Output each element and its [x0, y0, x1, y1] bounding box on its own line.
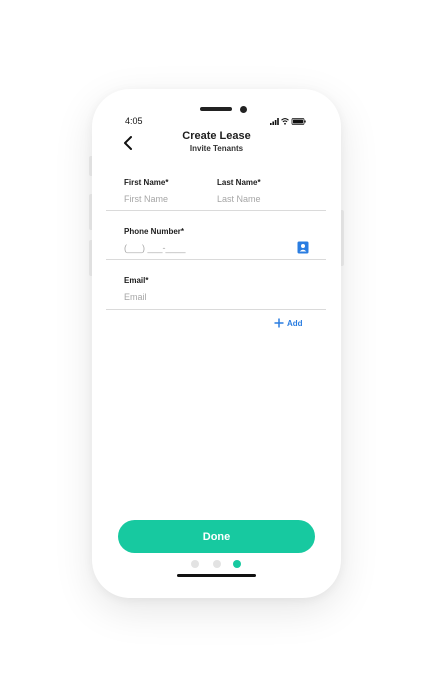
- page-dot-1: [191, 560, 199, 568]
- status-time: 4:05: [125, 116, 143, 126]
- email-divider: [106, 309, 326, 310]
- last-name-field[interactable]: Last Name: [217, 194, 261, 204]
- phone-divider: [106, 259, 326, 260]
- battery-icon: [291, 118, 306, 125]
- page-title: Create Lease: [182, 130, 251, 142]
- plus-icon: [274, 318, 284, 328]
- add-tenant-button[interactable]: Add: [274, 316, 303, 330]
- phone-field[interactable]: (___) ___-____: [124, 243, 186, 253]
- home-indicator: [177, 574, 256, 577]
- page-dot-2: [213, 560, 221, 568]
- add-label: Add: [287, 318, 303, 328]
- first-name-label: First Name*: [124, 178, 169, 187]
- first-name-field[interactable]: First Name: [124, 194, 168, 204]
- page-dot-3-active: [233, 560, 241, 568]
- pagination-dots: [191, 560, 243, 568]
- phone-frame: 4:05 Create Lease Invite Tenants First N…: [92, 89, 341, 598]
- email-field[interactable]: Email: [124, 292, 147, 302]
- contacts-button[interactable]: [297, 241, 309, 254]
- speaker-grille: [200, 107, 232, 111]
- status-icons: [270, 118, 306, 125]
- name-divider: [106, 210, 326, 211]
- signal-icon: [270, 118, 279, 125]
- wifi-icon: [281, 118, 289, 125]
- done-button[interactable]: Done: [118, 520, 315, 553]
- last-name-label: Last Name*: [217, 178, 261, 187]
- email-label: Email*: [124, 276, 149, 285]
- page-subtitle: Invite Tenants: [189, 144, 244, 153]
- contacts-icon: [297, 241, 309, 254]
- front-camera: [240, 106, 247, 113]
- phone-label: Phone Number*: [124, 227, 185, 236]
